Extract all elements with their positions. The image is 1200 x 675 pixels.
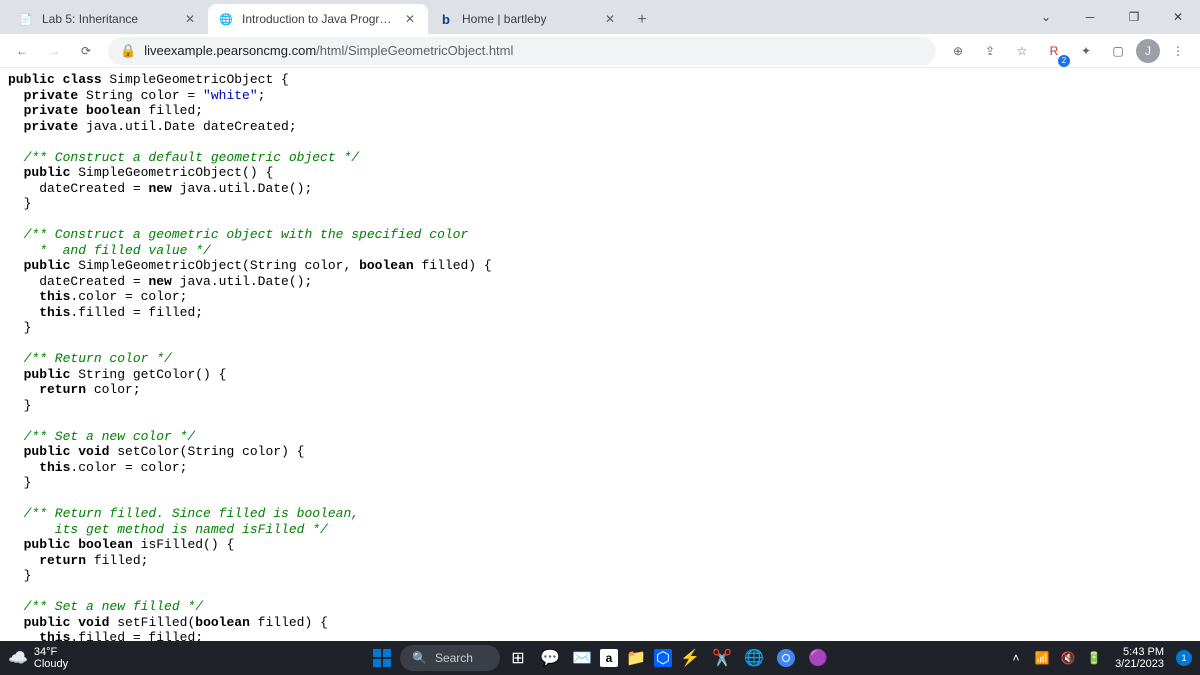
page-icon: 📄 xyxy=(18,11,34,27)
close-window-button[interactable]: ✕ xyxy=(1156,2,1200,32)
file-explorer-icon[interactable]: 📁 xyxy=(622,644,650,672)
system-tray: ˄ 📶 🔇 🔋 5:43 PM 3/21/2023 1 xyxy=(1007,646,1192,670)
wifi-icon[interactable]: 📶 xyxy=(1033,651,1051,665)
search-placeholder: Search xyxy=(435,651,473,665)
weather-temp: 34°F xyxy=(34,646,68,658)
back-button[interactable]: ← xyxy=(8,37,36,65)
tab-title: Home | bartleby xyxy=(462,12,594,26)
app-icon[interactable]: ⚡ xyxy=(676,644,704,672)
share-icon[interactable]: ⇪ xyxy=(976,37,1004,65)
taskbar-clock[interactable]: 5:43 PM 3/21/2023 xyxy=(1111,646,1168,670)
bookmark-icon[interactable]: ☆ xyxy=(1008,37,1036,65)
mail-icon[interactable]: ✉️ xyxy=(568,644,596,672)
weather-condition: Cloudy xyxy=(34,658,68,670)
search-icon: 🔍 xyxy=(412,651,427,665)
chevron-down-icon[interactable]: ⌄ xyxy=(1024,2,1068,32)
close-icon[interactable]: ✕ xyxy=(402,11,418,27)
new-tab-button[interactable]: + xyxy=(628,6,656,34)
reading-list-icon[interactable]: ▢ xyxy=(1104,37,1132,65)
volume-icon[interactable]: 🔇 xyxy=(1059,651,1077,665)
extensions-icon[interactable]: ✦ xyxy=(1072,37,1100,65)
edge-icon[interactable]: 🌐 xyxy=(740,644,768,672)
lock-icon: 🔒 xyxy=(120,43,136,59)
extension-icon[interactable]: R2 xyxy=(1040,37,1068,65)
address-bar[interactable]: 🔒 liveexample.pearsoncmg.com/html/Simple… xyxy=(108,37,936,65)
weather-widget[interactable]: ☁️ 34°F Cloudy xyxy=(8,646,68,670)
tab-title: Lab 5: Inheritance xyxy=(42,12,174,26)
tab-java-programming[interactable]: 🌐 Introduction to Java Programming ✕ xyxy=(208,4,428,34)
amazon-icon[interactable]: a xyxy=(600,649,618,667)
browser-toolbar: ← → ⟳ 🔒 liveexample.pearsoncmg.com/html/… xyxy=(0,34,1200,68)
reload-button[interactable]: ⟳ xyxy=(72,37,100,65)
windows-taskbar: ☁️ 34°F Cloudy 🔍 Search ⊞ 💬 ✉️ a 📁 ⬡ ⚡ ✂… xyxy=(0,641,1200,675)
notification-badge[interactable]: 1 xyxy=(1176,650,1192,666)
dropbox-icon[interactable]: ⬡ xyxy=(654,649,672,667)
globe-icon: 🌐 xyxy=(218,11,234,27)
tray-chevron-icon[interactable]: ˄ xyxy=(1007,651,1025,665)
taskbar-center: 🔍 Search ⊞ 💬 ✉️ a 📁 ⬡ ⚡ ✂️ 🌐 🟣 xyxy=(368,644,832,672)
tab-bartleby[interactable]: b Home | bartleby ✕ xyxy=(428,4,628,34)
start-button[interactable] xyxy=(368,644,396,672)
battery-icon[interactable]: 🔋 xyxy=(1085,651,1103,665)
close-icon[interactable]: ✕ xyxy=(602,11,618,27)
profile-avatar[interactable]: J xyxy=(1136,39,1160,63)
forward-button[interactable]: → xyxy=(40,37,68,65)
page-content[interactable]: public class SimpleGeometricObject { pri… xyxy=(0,68,1200,641)
tab-strip: 📄 Lab 5: Inheritance ✕ 🌐 Introduction to… xyxy=(0,0,1200,34)
minimize-button[interactable]: ─ xyxy=(1068,2,1112,32)
close-icon[interactable]: ✕ xyxy=(182,11,198,27)
chat-icon[interactable]: 💬 xyxy=(536,644,564,672)
tab-title: Introduction to Java Programming xyxy=(242,12,394,26)
menu-icon[interactable]: ⋮ xyxy=(1164,37,1192,65)
url-host: liveexample.pearsoncmg.com xyxy=(144,43,316,58)
snip-icon[interactable]: ✂️ xyxy=(708,644,736,672)
bartleby-icon: b xyxy=(438,11,454,27)
chrome-icon[interactable] xyxy=(772,644,800,672)
cloud-icon: ☁️ xyxy=(8,648,28,668)
clock-date: 3/21/2023 xyxy=(1115,658,1164,670)
source-code: public class SimpleGeometricObject { pri… xyxy=(8,72,1192,641)
tab-lab5[interactable]: 📄 Lab 5: Inheritance ✕ xyxy=(8,4,208,34)
taskbar-search[interactable]: 🔍 Search xyxy=(400,645,500,671)
eclipse-icon[interactable]: 🟣 xyxy=(804,644,832,672)
clock-time: 5:43 PM xyxy=(1123,646,1164,658)
maximize-button[interactable]: ❐ xyxy=(1112,2,1156,32)
install-icon[interactable]: ⊕ xyxy=(944,37,972,65)
window-controls: ⌄ ─ ❐ ✕ xyxy=(1024,0,1200,34)
url-path: /html/SimpleGeometricObject.html xyxy=(316,43,513,58)
task-view-button[interactable]: ⊞ xyxy=(504,644,532,672)
